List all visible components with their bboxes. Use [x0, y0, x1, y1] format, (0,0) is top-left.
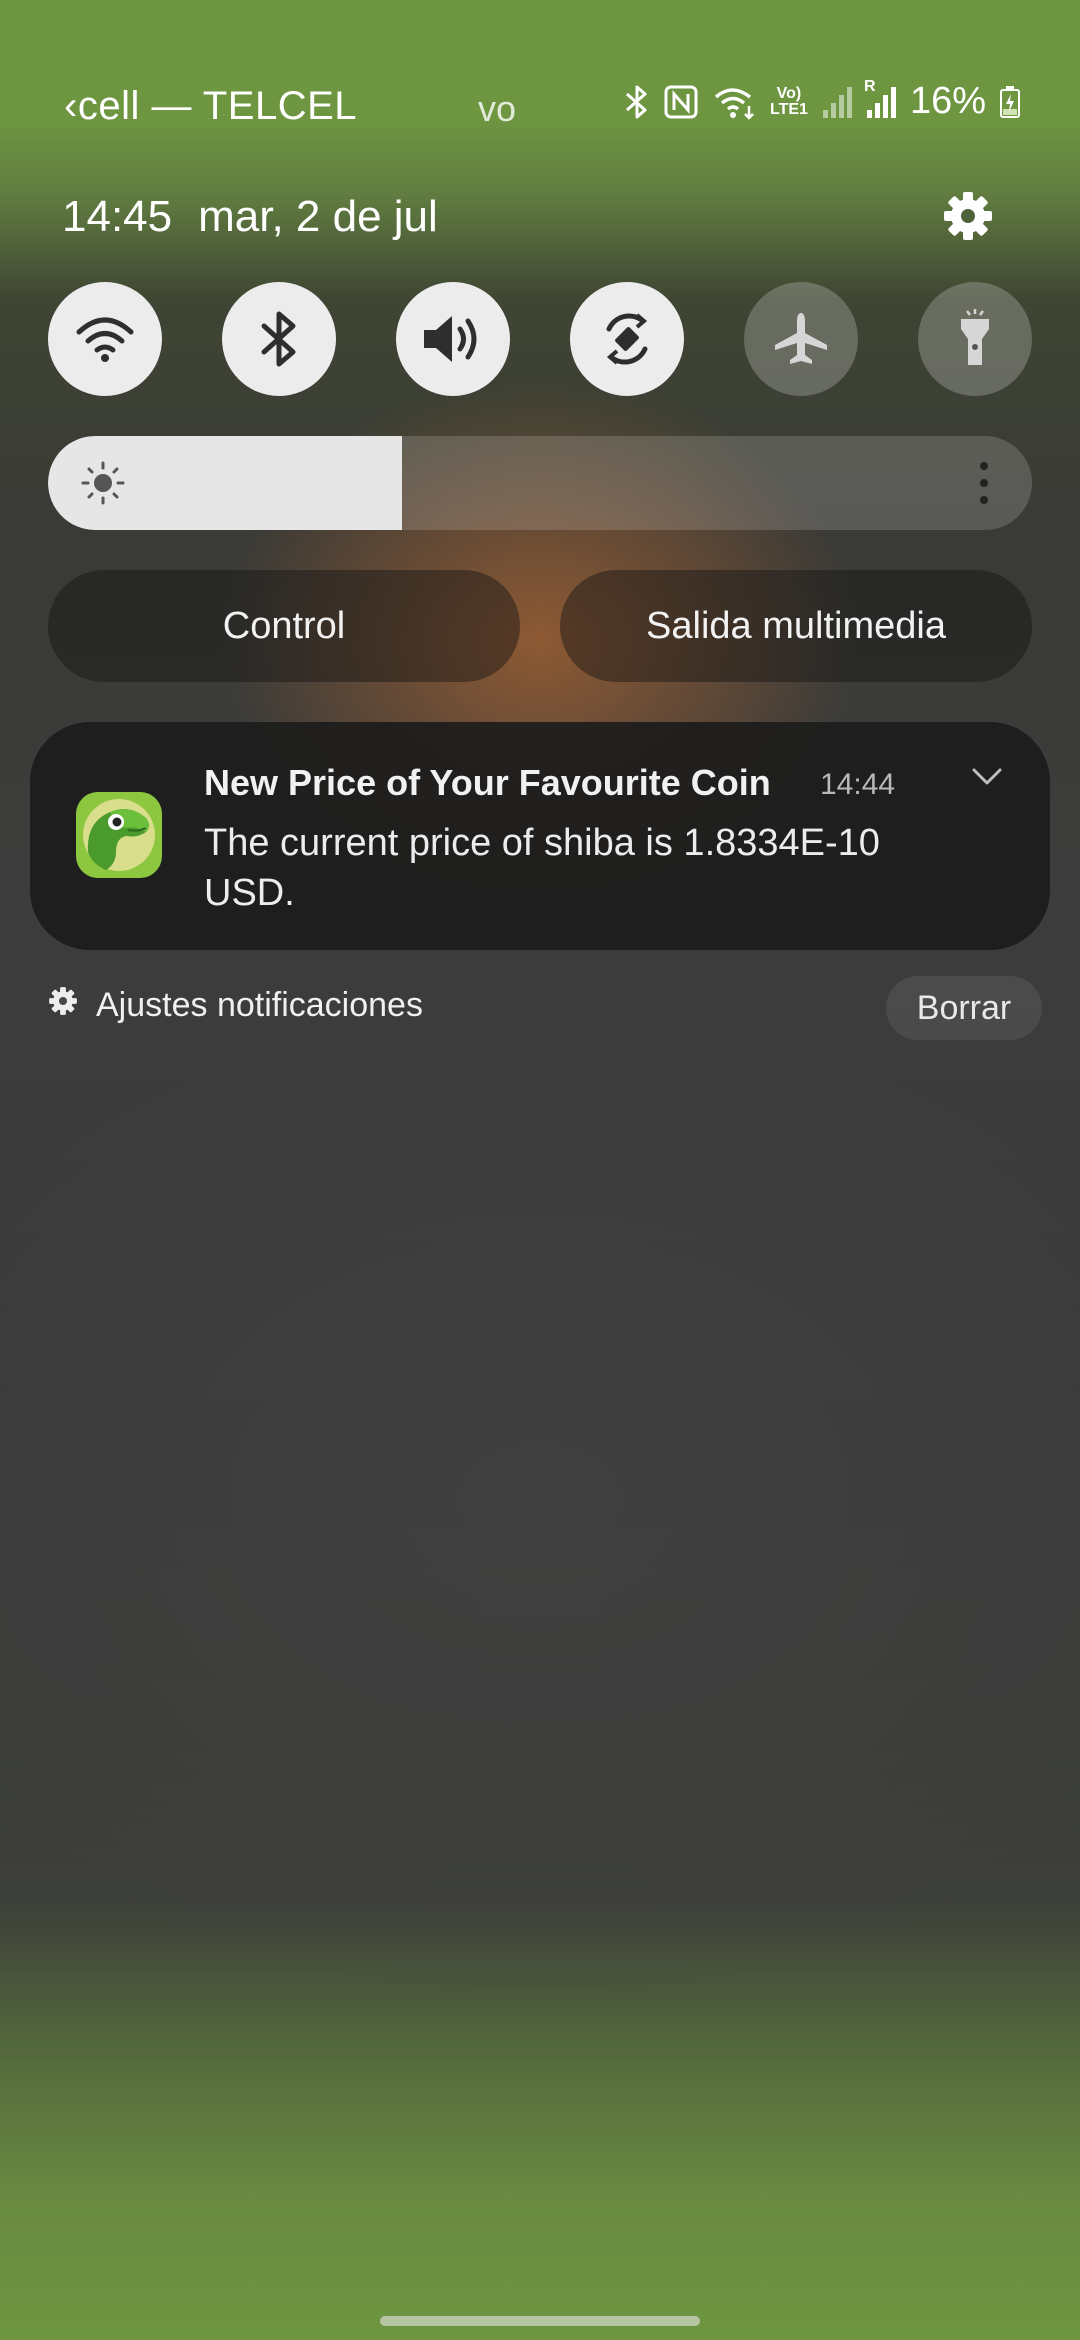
volte-icon: Vo) LTE1 [770, 84, 808, 118]
gear-icon [48, 986, 78, 1025]
airplane-mode-toggle[interactable] [744, 282, 858, 396]
notification-card[interactable]: New Price of Your Favourite Coin 14:44 T… [30, 722, 1050, 950]
more-vertical-icon[interactable] [978, 460, 990, 511]
clock-time: 14:45 [62, 192, 173, 241]
coingecko-app-icon [76, 792, 162, 878]
flashlight-icon [961, 309, 989, 365]
bluetooth-icon [261, 311, 296, 367]
quick-settings-toggles [48, 282, 1032, 396]
battery-charging-icon [1000, 85, 1020, 118]
notification-settings-link[interactable]: Ajustes notificaciones [48, 986, 423, 1025]
battery-percent: 16% [909, 80, 986, 122]
sound-toggle[interactable] [396, 282, 510, 396]
rotate-icon [606, 313, 648, 365]
clear-notifications-button[interactable]: Borrar [886, 976, 1042, 1040]
wifi-icon [76, 317, 134, 362]
nfc-icon [664, 85, 698, 119]
notification-title: New Price of Your Favourite Coin [204, 762, 771, 803]
notification-time: 14:44 [820, 768, 896, 801]
volte-label: Vo) [776, 84, 802, 102]
date-time-row: 14:45 mar, 2 de jul [62, 192, 464, 242]
bluetooth-toggle[interactable] [222, 282, 336, 396]
roaming-label: R [863, 77, 876, 95]
wifi-toggle[interactable] [48, 282, 162, 396]
notification-body: The current price of shiba is 1.8334E-10… [204, 822, 880, 914]
airplane-icon [775, 313, 827, 364]
chevron-down-icon[interactable] [970, 766, 1004, 793]
sun-icon [80, 460, 126, 511]
gesture-nav-handle[interactable] [380, 2316, 700, 2326]
status-icons: Vo) LTE1 R 16% [624, 78, 1020, 123]
lte-label: LTE1 [770, 100, 808, 118]
signal-icon [822, 86, 852, 118]
settings-gear-icon[interactable] [942, 190, 994, 242]
brightness-slider[interactable] [48, 436, 1032, 530]
carrier-name: ‹cell — TELCEL [64, 84, 358, 128]
date-label: mar, 2 de jul [198, 192, 438, 241]
wifi-icon [712, 84, 756, 120]
media-output-button[interactable]: Salida multimedia [560, 570, 1032, 682]
network-label: vo [478, 88, 517, 129]
notification-settings-label: Ajustes notificaciones [96, 986, 423, 1024]
signal-roaming-icon: R [864, 78, 896, 118]
control-button[interactable]: Control [48, 570, 520, 682]
bluetooth-icon [624, 84, 650, 120]
auto-rotate-toggle[interactable] [570, 282, 684, 396]
volume-icon [424, 316, 477, 362]
flashlight-toggle[interactable] [918, 282, 1032, 396]
